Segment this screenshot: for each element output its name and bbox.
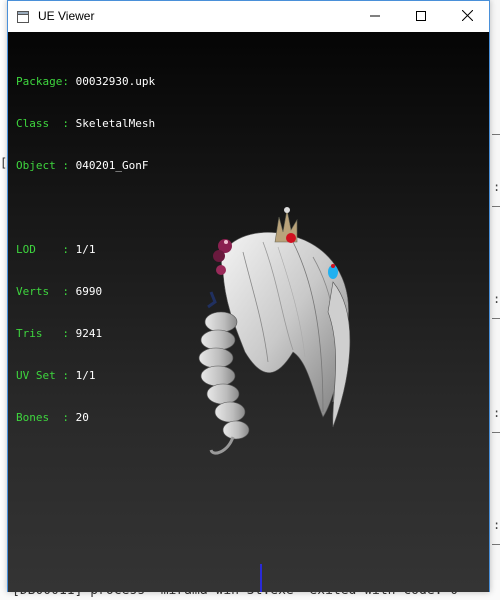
minimize-button[interactable] (352, 1, 398, 32)
info-package: Package: 00032930.upk (16, 75, 156, 88)
ue-viewer-window[interactable]: UE Viewer Package: 00032930.upk Class : … (7, 0, 490, 592)
background-rule (492, 432, 500, 433)
info-object: Object : 040201_GonF (16, 159, 149, 172)
title-bar[interactable]: UE Viewer (8, 1, 489, 32)
info-bones: Bones : 20 (16, 411, 89, 424)
hair-mesh-model[interactable] (183, 202, 363, 462)
minimize-icon (370, 8, 380, 26)
close-icon (461, 8, 473, 26)
background-glyph: : (493, 180, 500, 194)
axis-indicator (260, 564, 262, 592)
info-class: Class : SkeletalMesh (16, 117, 156, 130)
info-verts: Verts : 6990 (16, 285, 103, 298)
background-rule (492, 318, 500, 319)
info-tris: Tris : 9241 (16, 327, 103, 340)
background-glyph: : (493, 518, 500, 532)
info-lod: LOD : 1/1 (16, 243, 96, 256)
maximize-icon (416, 8, 426, 26)
background-rule (492, 544, 500, 545)
background-glyph: : (493, 406, 500, 420)
app-window-icon (17, 10, 29, 23)
window-title: UE Viewer (38, 9, 95, 23)
3d-viewport[interactable]: Package: 00032930.upk Class : SkeletalMe… (8, 32, 489, 592)
mesh-info-overlay: Package: 00032930.upk Class : SkeletalMe… (16, 47, 155, 453)
maximize-button[interactable] (398, 1, 444, 32)
crown-ornament (274, 207, 298, 243)
background-rule (492, 206, 500, 207)
background-rule (492, 134, 500, 135)
close-button[interactable] (444, 1, 490, 32)
background-glyph: : (493, 292, 500, 306)
info-uvset: UV Set : 1/1 (16, 369, 96, 382)
